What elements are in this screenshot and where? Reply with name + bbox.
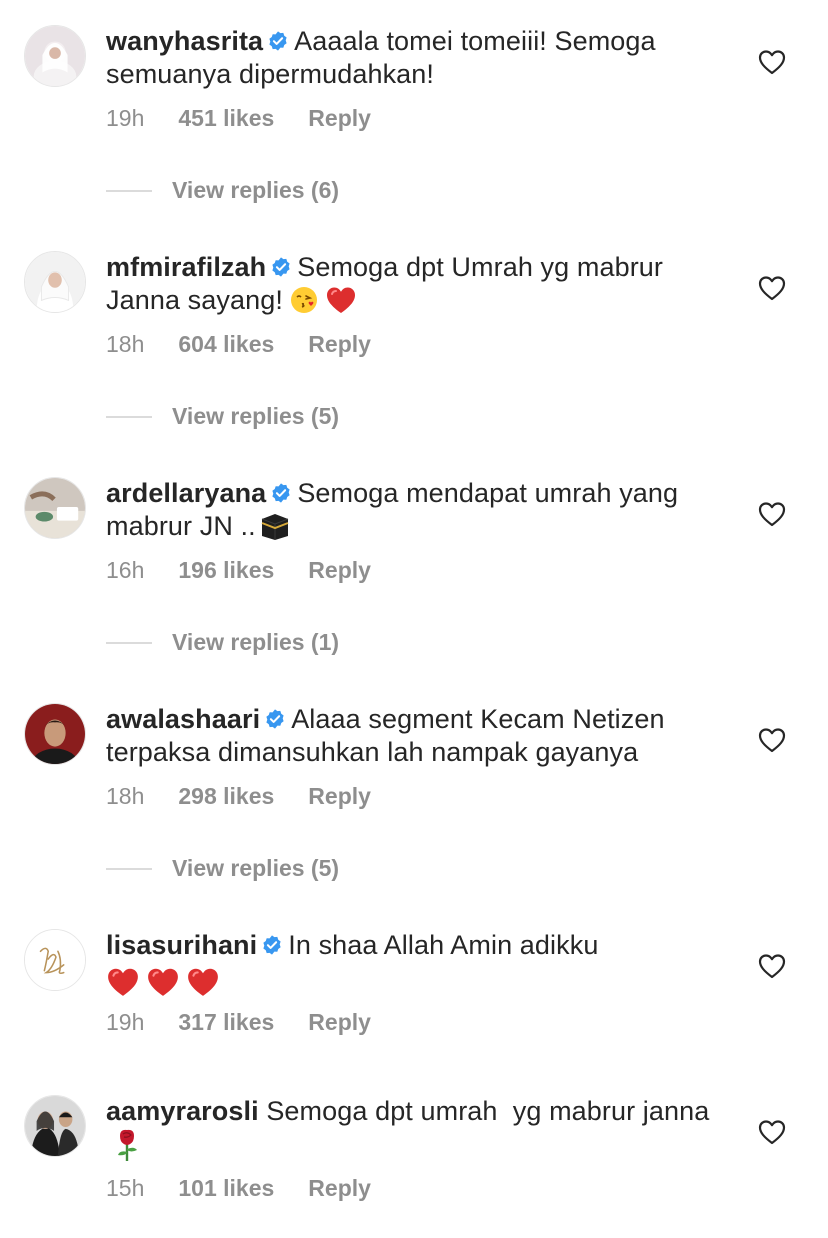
red-heart-icon [325, 285, 357, 315]
replies-divider-line [106, 641, 152, 644]
reply-button[interactable]: Reply [308, 105, 371, 132]
comment-meta: 19h 451 likes Reply [106, 105, 371, 132]
comment-username[interactable]: wanyhasrita [106, 26, 263, 56]
comment-timestamp: 19h [106, 105, 145, 131]
comment-body: aamyrarosli Semoga dpt umrah yg mabrur j… [106, 1095, 736, 1164]
comment-text-block: aamyrarosli Semoga dpt umrah yg mabrur j… [106, 1095, 736, 1164]
reply-button[interactable]: Reply [308, 331, 371, 358]
comment-body: ardellaryana Semoga mendapat umrah yang m… [106, 477, 736, 543]
view-replies-button[interactable]: View replies (5) [106, 403, 339, 430]
comment-likes[interactable]: 604 likes [178, 331, 274, 358]
replies-divider-line [106, 867, 152, 870]
comment-username[interactable]: aamyrarosli [106, 1096, 259, 1126]
comment-body: awalashaari Alaaa segment Kecam Netizen t… [106, 703, 736, 769]
comment-text: Semoga dpt umrah yg mabrur janna [266, 1096, 710, 1126]
reply-button[interactable]: Reply [308, 783, 371, 810]
comment-likes[interactable]: 298 likes [178, 783, 274, 810]
comment-text-block: mfmirafilzah Semoga dpt Umrah yg mabrur J… [106, 251, 736, 317]
comment-timestamp: 16h [106, 557, 145, 583]
comment-meta: 19h 317 likes Reply [106, 1009, 371, 1036]
view-replies-label: View replies (5) [172, 403, 340, 429]
comment-meta: 18h 298 likes Reply [106, 783, 371, 810]
comment-timestamp: 18h [106, 783, 145, 809]
comment-timestamp: 19h [106, 1009, 145, 1035]
replies-divider-line [106, 415, 152, 418]
comment-username[interactable]: awalashaari [106, 704, 260, 734]
comment-username[interactable]: ardellaryana [106, 478, 266, 508]
avatar[interactable] [24, 25, 86, 87]
reply-button[interactable]: Reply [308, 1009, 371, 1036]
like-heart-icon[interactable] [758, 275, 786, 301]
view-replies-button[interactable]: View replies (1) [106, 629, 339, 656]
red-heart-icon [106, 966, 140, 998]
like-heart-icon[interactable] [758, 1119, 786, 1145]
like-heart-icon[interactable] [758, 727, 786, 753]
verified-badge-icon [270, 256, 292, 278]
avatar[interactable] [24, 1095, 86, 1157]
comment-text-block: wanyhasrita Aaaala tomei tomeiii! Semoga … [106, 25, 736, 91]
avatar[interactable] [24, 929, 86, 991]
red-heart-icon [146, 966, 180, 998]
avatar[interactable] [24, 477, 86, 539]
comment-text-block: lisasurihani In shaa Allah Amin adikku [106, 929, 736, 1000]
avatar[interactable] [24, 251, 86, 313]
like-heart-icon[interactable] [758, 501, 786, 527]
replies-divider-line [106, 189, 152, 192]
comment-timestamp: 15h [106, 1175, 145, 1201]
comment-likes[interactable]: 196 likes [178, 557, 274, 584]
comment-body: lisasurihani In shaa Allah Amin adikku [106, 929, 736, 1000]
comment-text-block: ardellaryana Semoga mendapat umrah yang m… [106, 477, 736, 543]
comment-likes[interactable]: 451 likes [178, 105, 274, 132]
kaaba-icon [258, 511, 292, 541]
verified-badge-icon [261, 934, 283, 956]
comments-list: wanyhasrita Aaaala tomei tomeiii! Semoga … [0, 0, 828, 1238]
comment-body: wanyhasrita Aaaala tomei tomeiii! Semoga … [106, 25, 736, 91]
comment-meta: 15h 101 likes Reply [106, 1175, 371, 1202]
view-replies-label: View replies (6) [172, 177, 340, 203]
comment-body: mfmirafilzah Semoga dpt Umrah yg mabrur J… [106, 251, 736, 317]
reply-button[interactable]: Reply [308, 1175, 371, 1202]
view-replies-label: View replies (5) [172, 855, 340, 881]
kissing-face-heart-icon [289, 285, 319, 315]
comment-likes[interactable]: 101 likes [178, 1175, 274, 1202]
verified-badge-icon [270, 482, 292, 504]
like-heart-icon[interactable] [758, 49, 786, 75]
verified-badge-icon [264, 708, 286, 730]
like-heart-icon[interactable] [758, 953, 786, 979]
comment-meta: 16h 196 likes Reply [106, 557, 371, 584]
red-heart-icon [186, 966, 220, 998]
comment-timestamp: 18h [106, 331, 145, 357]
comment-likes[interactable]: 317 likes [178, 1009, 274, 1036]
rose-icon [112, 1128, 142, 1162]
comment-username[interactable]: mfmirafilzah [106, 252, 266, 282]
comment-text-block: awalashaari Alaaa segment Kecam Netizen t… [106, 703, 736, 769]
view-replies-label: View replies (1) [172, 629, 340, 655]
comment-username[interactable]: lisasurihani [106, 930, 257, 960]
reply-button[interactable]: Reply [308, 557, 371, 584]
view-replies-button[interactable]: View replies (5) [106, 855, 339, 882]
verified-badge-icon [267, 30, 289, 52]
view-replies-button[interactable]: View replies (6) [106, 177, 339, 204]
comment-meta: 18h 604 likes Reply [106, 331, 371, 358]
comment-text: In shaa Allah Amin adikku [288, 930, 599, 960]
avatar[interactable] [24, 703, 86, 765]
